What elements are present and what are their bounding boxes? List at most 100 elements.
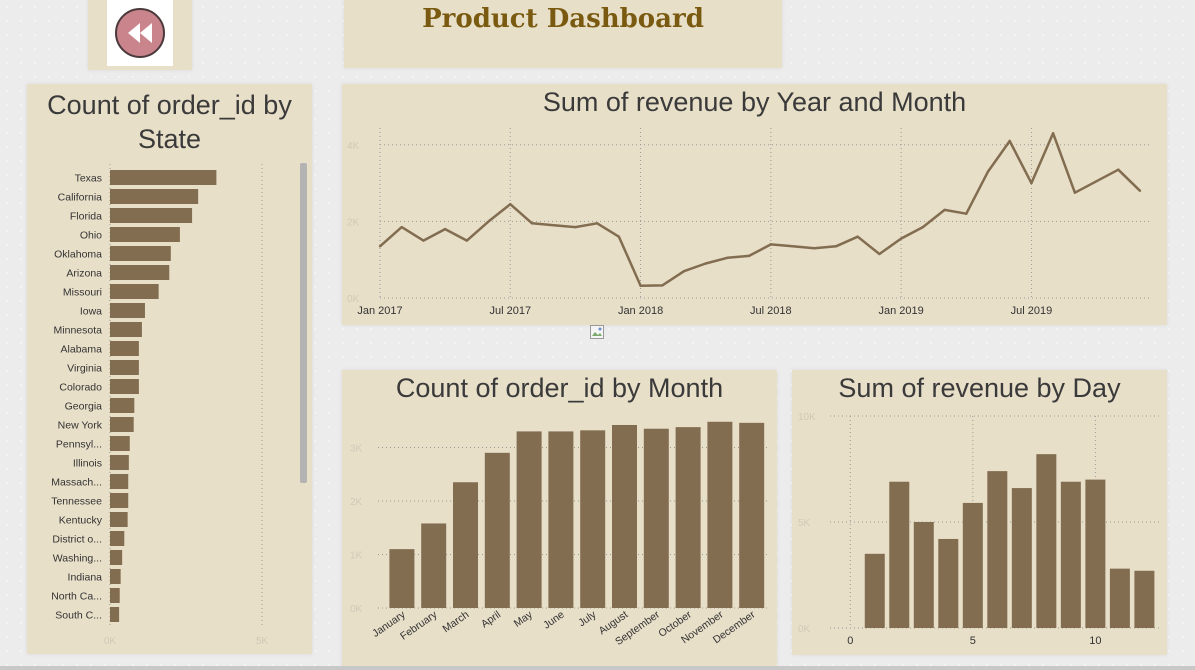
rewind-icon xyxy=(115,8,165,58)
revenue-point xyxy=(661,284,664,287)
state-bar xyxy=(110,512,128,527)
scrollbar-thumb xyxy=(300,163,307,483)
revenue-point xyxy=(856,235,859,238)
revenue-point xyxy=(813,247,816,250)
revenue-point xyxy=(791,245,794,248)
month-category-label: April xyxy=(479,609,503,631)
state-bar xyxy=(110,474,129,489)
state-bar xyxy=(110,341,139,356)
state-category-label: Illinois xyxy=(73,458,102,470)
revenue-month-panel: Sum of revenue by Year and Month 0K 2K 4K J… xyxy=(342,84,1167,325)
revenue-point xyxy=(1008,139,1011,143)
revenue-day-chart: 0K 5K 10K 0 5 10 xyxy=(798,412,1162,647)
state-category-label: California xyxy=(58,192,103,204)
state-category-label: Georgia xyxy=(65,401,103,413)
state-category-label: Texas xyxy=(75,173,102,185)
state-category-label: Missouri xyxy=(63,287,102,299)
state-bar xyxy=(110,436,130,451)
state-category-label: Arizona xyxy=(66,268,102,280)
day-bar xyxy=(864,553,885,628)
month-bar xyxy=(421,523,447,608)
state-bar xyxy=(110,189,199,204)
revenue-point xyxy=(530,222,534,225)
revenue-point xyxy=(1073,191,1077,194)
day-bar xyxy=(1085,479,1106,628)
state-category-label: Alabama xyxy=(61,344,103,356)
state-bar xyxy=(110,550,123,565)
month-bar xyxy=(484,452,510,608)
state-bar xyxy=(110,265,170,280)
day-bar xyxy=(987,471,1008,628)
state-category-label: Massach... xyxy=(51,477,102,489)
x-tick-label: 0 xyxy=(847,635,853,647)
x-tick-label: Jul 2019 xyxy=(1011,305,1053,317)
x-tick-label: Jan 2018 xyxy=(618,305,663,317)
day-bar xyxy=(1011,488,1032,628)
revenue-point xyxy=(1030,181,1033,185)
state-category-label: Pennsyl... xyxy=(56,439,102,451)
state-category-label: Indiana xyxy=(68,572,103,584)
back-button[interactable] xyxy=(107,0,173,66)
y-tick-label: 0K xyxy=(347,294,360,305)
x-tick-label: Jan 2017 xyxy=(357,305,402,317)
revenue-line xyxy=(379,132,1141,287)
y-tick-label: 2K xyxy=(347,217,360,228)
y-tick-label: 1K xyxy=(350,550,363,561)
x-tick-label: 5 xyxy=(970,635,976,647)
revenue-point xyxy=(509,202,512,206)
month-bar xyxy=(643,428,669,608)
day-bar xyxy=(1109,568,1130,628)
revenue-point xyxy=(878,252,881,256)
day-bar xyxy=(1036,454,1057,628)
state-category-label: Washing... xyxy=(53,553,102,565)
state-category-label: South C... xyxy=(55,610,102,622)
state-category-label: Florida xyxy=(70,211,102,223)
x-tick-label: 5K xyxy=(256,636,269,647)
state-bar xyxy=(110,398,135,413)
state-bar xyxy=(110,227,180,242)
state-category-label: Kentucky xyxy=(59,515,103,527)
title-panel: Product Dashboard xyxy=(344,0,782,68)
state-bar xyxy=(110,360,139,375)
day-bar xyxy=(1060,481,1081,628)
state-bar xyxy=(110,493,129,508)
revenue-month-chart: 0K 2K 4K Jan 2017 Jul 2017 Jan 2018 Jul 2018 Ja… xyxy=(347,128,1150,317)
revenue-point xyxy=(595,222,599,225)
x-tick-label: 10 xyxy=(1089,635,1101,647)
revenue-point xyxy=(726,256,729,259)
revenue-point xyxy=(943,208,946,212)
revenue-point xyxy=(639,284,642,287)
y-tick-label: 3K xyxy=(350,443,363,454)
revenue-point xyxy=(1117,168,1120,171)
state-category-label: New York xyxy=(58,420,103,432)
revenue-point xyxy=(378,245,382,248)
month-bar xyxy=(580,430,606,608)
x-tick-label: Jan 2019 xyxy=(879,305,924,317)
state-category-label: District o... xyxy=(52,534,102,546)
state-category-label: Ohio xyxy=(80,230,102,242)
revenue-point xyxy=(747,254,751,258)
month-category-label: March xyxy=(440,609,471,636)
state-bar xyxy=(110,417,134,432)
revenue-point xyxy=(1051,132,1055,135)
revenue-point xyxy=(986,170,990,173)
state-bar xyxy=(110,170,217,185)
state-category-label: Tennessee xyxy=(51,496,102,508)
y-tick-label: 4K xyxy=(347,141,360,152)
revenue-point xyxy=(965,212,968,215)
month-bar xyxy=(453,482,478,608)
y-tick-label: 0K xyxy=(350,604,363,615)
state-bar xyxy=(110,246,171,261)
x-tick-label: Jul 2017 xyxy=(489,305,531,317)
revenue-point xyxy=(921,225,925,229)
revenue-point xyxy=(769,243,773,246)
state-bar xyxy=(110,531,125,546)
order-month-panel: Count of order_id by Month 0K 1K 2K 3K Janua… xyxy=(342,370,777,670)
revenue-point xyxy=(704,262,707,265)
broken-image-icon xyxy=(590,325,604,339)
revenue-point xyxy=(574,225,577,229)
month-bar xyxy=(389,549,415,608)
month-category-label: May xyxy=(512,608,536,630)
state-bar xyxy=(110,455,129,470)
x-tick-label: Jul 2018 xyxy=(750,305,792,317)
